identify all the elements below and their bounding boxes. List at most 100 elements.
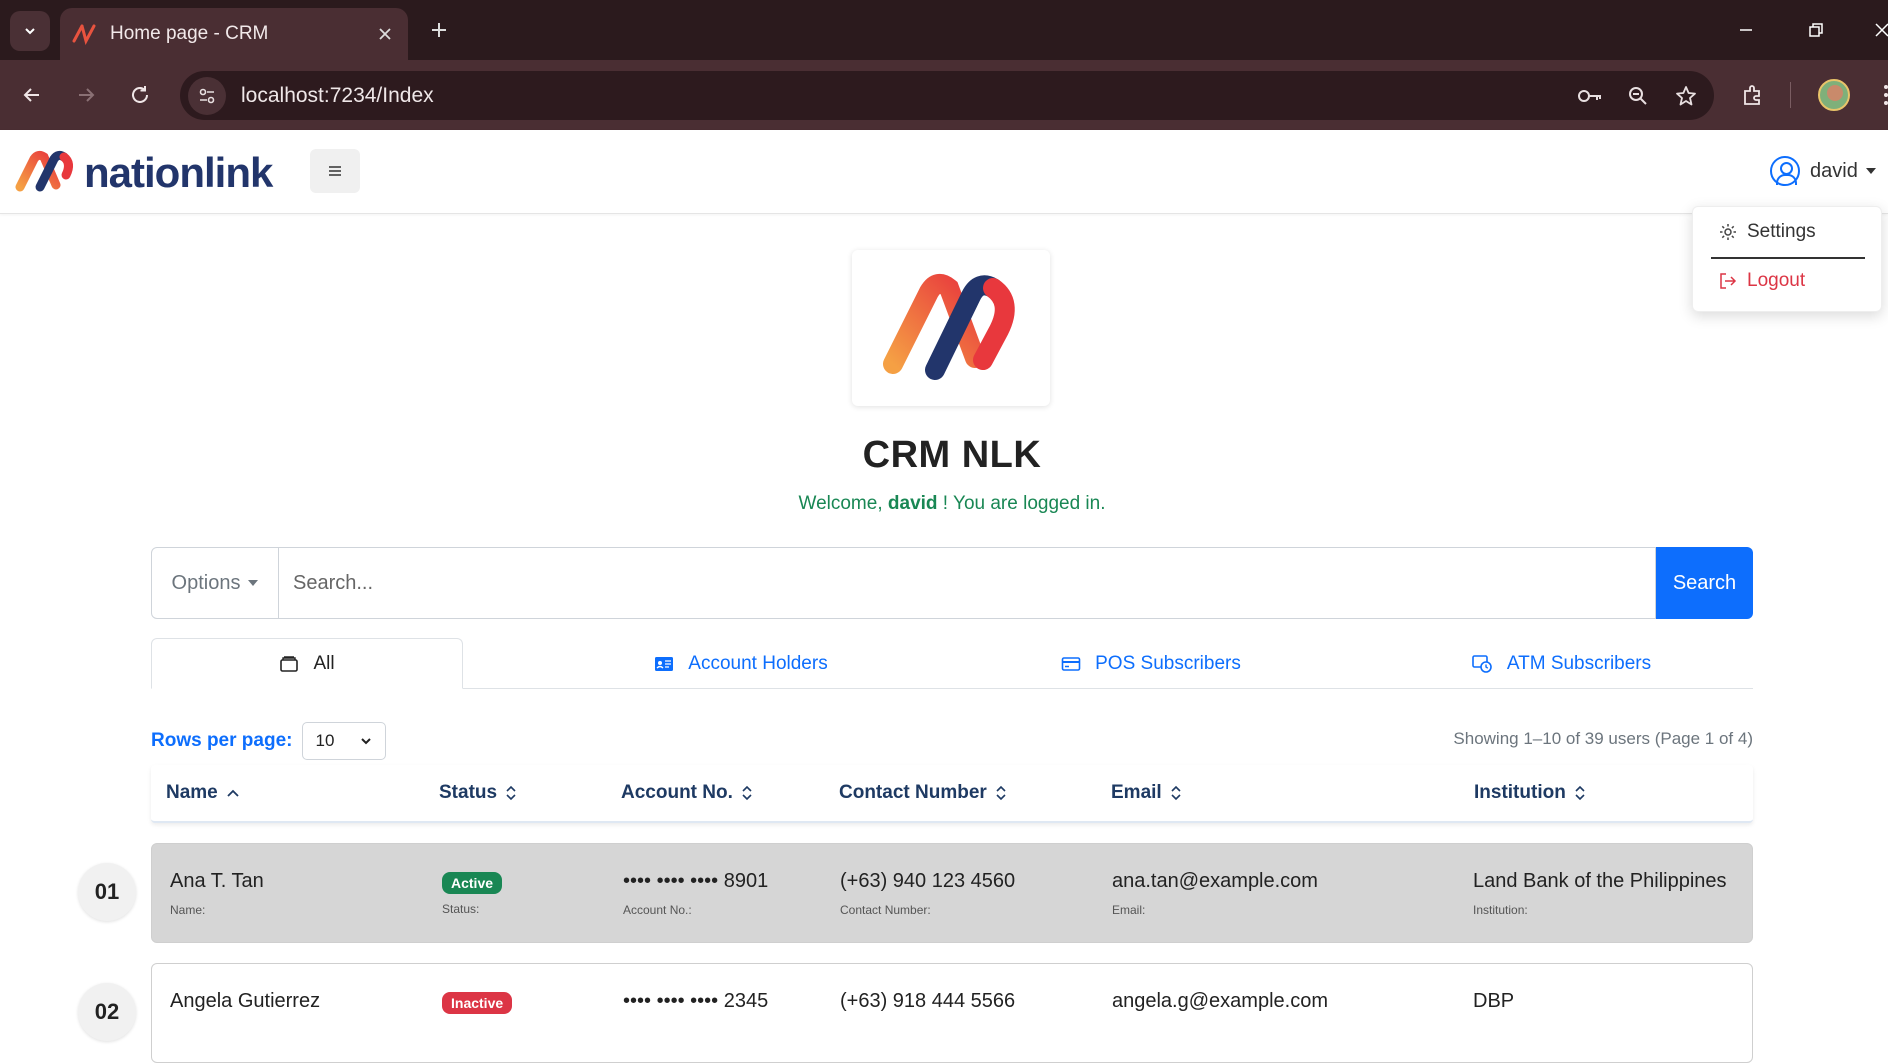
cell-account: •••• •••• •••• 8901 Account No.: <box>623 870 768 917</box>
cell-account: •••• •••• •••• 2345 <box>623 990 768 1013</box>
cell-email: ana.tan@example.com Email: <box>1112 870 1318 917</box>
new-tab-button[interactable] <box>422 13 456 47</box>
tab-label: POS Subscribers <box>1095 652 1241 674</box>
close-tab-icon[interactable] <box>374 23 396 45</box>
column-header-name[interactable]: Name <box>166 782 240 804</box>
tab-atm-subscribers[interactable]: ATM Subscribers <box>1411 638 1711 689</box>
brand-logo[interactable]: nationlink <box>14 148 273 198</box>
minimize-button[interactable] <box>1726 10 1766 50</box>
welcome-prefix: Welcome, <box>798 493 883 514</box>
column-label: Account No. <box>621 782 733 803</box>
status-badge: Inactive <box>442 992 513 1014</box>
sidebar-toggle-button[interactable] <box>310 149 360 193</box>
reload-button[interactable] <box>122 77 158 113</box>
address-bar[interactable]: localhost:7234/Index <box>180 71 1714 120</box>
tab-label: Account Holders <box>688 652 828 674</box>
sort-icon <box>505 785 517 801</box>
cell-value: •••• •••• •••• 8901 <box>623 870 769 892</box>
password-key-icon[interactable] <box>1570 76 1610 116</box>
sort-icon <box>995 785 1007 801</box>
browser-tab[interactable]: Home page - CRM <box>60 8 408 60</box>
tab-all[interactable]: All <box>151 638 463 689</box>
cell-contact: (+63) 918 444 5566 <box>840 990 1015 1013</box>
restore-button[interactable] <box>1796 10 1836 50</box>
cell-email: angela.g@example.com <box>1112 990 1328 1013</box>
pagination-summary: Showing 1–10 of 39 users (Page 1 of 4) <box>1453 729 1753 748</box>
table-header: Name Status Account No. Contact Number E… <box>151 765 1753 823</box>
column-label: Email <box>1111 782 1162 803</box>
settings-menu-item[interactable]: Settings <box>1717 217 1816 247</box>
column-header-contact[interactable]: Contact Number <box>839 782 1007 804</box>
cell-label: Email: <box>1112 903 1146 917</box>
atm-icon <box>1471 654 1493 674</box>
user-name: david <box>1810 159 1858 182</box>
close-window-button[interactable] <box>1862 10 1888 50</box>
row-number: 01 <box>78 863 136 921</box>
tab-account-holders[interactable]: Account Holders <box>591 638 891 689</box>
filter-tabs: All Account Holders POS Subscribers ATM … <box>151 638 1753 689</box>
sort-icon <box>741 785 753 801</box>
tab-label: All <box>313 652 335 674</box>
nationlink-mark-icon <box>883 273 1015 380</box>
column-header-institution[interactable]: Institution <box>1474 782 1586 804</box>
tab-list-button[interactable] <box>10 11 50 51</box>
wallet-icon <box>279 655 299 673</box>
zoom-icon[interactable] <box>1618 76 1658 116</box>
profile-avatar[interactable] <box>1818 79 1850 111</box>
user-menu-toggle[interactable]: david <box>1770 155 1876 187</box>
url-text[interactable]: localhost:7234/Index <box>241 84 1570 108</box>
plus-icon <box>432 23 446 37</box>
page-title: CRM NLK <box>862 434 1042 476</box>
restore-icon <box>1809 23 1823 37</box>
cell-value: DBP <box>1473 990 1515 1012</box>
toolbar-divider <box>1790 82 1791 108</box>
column-header-email[interactable]: Email <box>1111 782 1182 804</box>
puzzle-icon <box>1744 85 1760 105</box>
search-button[interactable]: Search <box>1656 547 1753 619</box>
cell-institution: DBP <box>1473 990 1514 1013</box>
options-label: Options <box>171 571 241 594</box>
column-header-status[interactable]: Status <box>439 782 517 804</box>
column-label: Contact Number <box>839 782 987 803</box>
options-dropdown[interactable]: Options <box>151 547 279 619</box>
brand-name: nationlink <box>84 149 273 196</box>
browser-menu-button[interactable] <box>1868 77 1888 113</box>
table-row[interactable]: Ana T. Tan Name: Active Status: •••• •••… <box>151 843 1753 943</box>
browser-toolbar: localhost:7234/Index <box>0 60 1888 130</box>
search-input[interactable] <box>279 547 1656 619</box>
favicon-icon <box>72 24 96 45</box>
cell-value: Land Bank of the Philippines <box>1473 870 1727 892</box>
column-header-account[interactable]: Account No. <box>621 782 753 804</box>
forward-button[interactable] <box>68 77 104 113</box>
column-label: Institution <box>1474 782 1566 803</box>
browser-tab-bar: Home page - CRM <box>0 0 1888 60</box>
column-label: Name <box>166 782 218 803</box>
star-icon[interactable] <box>1666 76 1706 116</box>
caret-down-icon <box>1865 168 1876 174</box>
cell-value: ana.tan@example.com <box>1112 870 1318 892</box>
chevron-down-icon <box>25 28 35 35</box>
site-info-icon[interactable] <box>188 76 226 115</box>
logout-menu-item[interactable]: Logout <box>1717 266 1805 296</box>
crm-logo-card <box>852 250 1050 406</box>
sort-icon <box>1170 785 1182 801</box>
extensions-button[interactable] <box>1735 77 1771 113</box>
table-row[interactable]: Angela Gutierrez Inactive •••• •••• ••••… <box>151 963 1753 1063</box>
back-button[interactable] <box>14 77 50 113</box>
cell-label: Account No.: <box>623 903 692 917</box>
cell-label: Name: <box>170 903 206 917</box>
cell-value: (+63) 940 123 4560 <box>840 870 1016 892</box>
rows-per-page-select[interactable]: 10 <box>302 722 387 760</box>
logout-icon <box>1717 270 1739 292</box>
rows-per-page-label: Rows per page: <box>151 730 293 751</box>
sort-icon <box>1574 785 1586 801</box>
dropdown-divider <box>1711 257 1865 259</box>
search-bar: Options Search <box>151 547 1753 619</box>
cell-value: Angela Gutierrez <box>170 990 321 1012</box>
reload-icon <box>132 86 148 103</box>
tab-pos-subscribers[interactable]: POS Subscribers <box>1001 638 1301 689</box>
rows-per-page: Rows per page: 10 <box>151 722 387 760</box>
tab-label: ATM Subscribers <box>1506 652 1652 674</box>
cell-label: Status: <box>442 902 480 916</box>
sort-ascending-icon <box>226 788 240 798</box>
